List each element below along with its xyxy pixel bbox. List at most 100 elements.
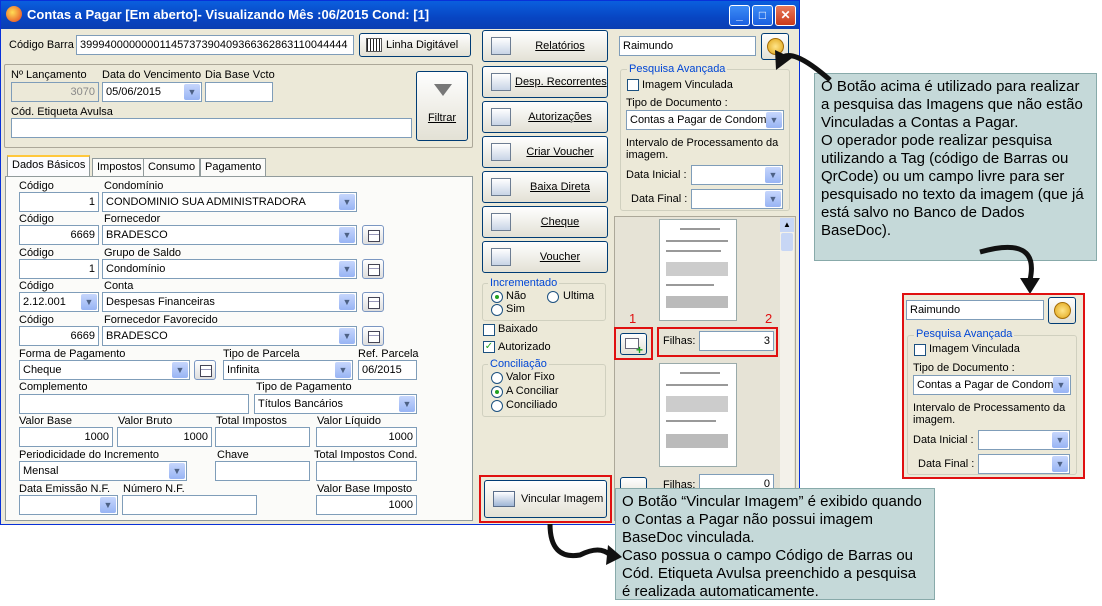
tipo-parcela-select[interactable]: Infinita ▼ — [223, 360, 353, 380]
conta-select[interactable]: Despesas Financeiras ▼ — [102, 292, 357, 312]
a-conciliar-radio[interactable] — [491, 386, 503, 398]
fornecedor-code-input[interactable]: 6669 — [19, 225, 99, 245]
zoom-data-final-select: ▼ — [978, 454, 1070, 474]
favorecido-code-input[interactable]: 6669 — [19, 326, 99, 346]
chevron-down-icon: ▼ — [100, 497, 116, 513]
arrow-to-note — [547, 523, 612, 559]
codigo-label: Código — [19, 247, 54, 259]
autorizado-checkbox[interactable]: ✓ — [483, 341, 495, 353]
favorecido-select[interactable]: BRADESCO ▼ — [102, 326, 357, 346]
valor-bruto-label: Valor Bruto — [118, 415, 173, 427]
forma-pagamento-value: Cheque — [23, 364, 62, 376]
total-impostos-cond-input[interactable] — [316, 461, 417, 481]
tipo-pagamento-label: Tipo de Pagamento — [256, 381, 352, 393]
fornecedor-label: Fornecedor — [104, 213, 161, 225]
condominio-label: Condomínio — [104, 180, 164, 192]
favorecido-label: Fornecedor Favorecido — [104, 314, 218, 326]
ref-parcela-input[interactable]: 06/2015 — [358, 360, 417, 380]
valor-liquido-input[interactable]: 1000 — [316, 427, 417, 447]
data-emissao-select[interactable]: ▼ — [19, 495, 118, 515]
tab-pagamento[interactable]: Pagamento — [200, 158, 267, 176]
numero-nf-input[interactable] — [122, 495, 257, 515]
arrow-to-zoom — [979, 244, 1034, 281]
zoom-data-inicial-select: ▼ — [978, 430, 1070, 450]
codigo-barra-label: Código Barra — [9, 39, 74, 51]
data-vencimento-label: Data do Vencimento — [102, 69, 202, 81]
baixado-label: Baixado — [498, 323, 538, 335]
conta-code-value: 2.12.001 — [23, 296, 66, 308]
complemento-input[interactable] — [19, 394, 249, 414]
zoom-data-inicial-label: Data Inicial : — [913, 434, 974, 446]
conta-value: Despesas Financeiras — [106, 296, 215, 308]
periodicidade-select[interactable]: Mensal ▼ — [19, 461, 187, 481]
chevron-down-icon: ▼ — [339, 194, 355, 210]
tipo-parcela-label: Tipo de Parcela — [223, 348, 300, 360]
zoom-imagem-vinculada-checkbox — [914, 344, 926, 356]
zoom-imagem-vinculada-label: Imagem Vinculada — [929, 343, 1020, 355]
forma-pagamento-select[interactable]: Cheque ▼ — [19, 360, 190, 380]
maximize-button[interactable]: □ — [752, 5, 773, 26]
fornecedor-select[interactable]: BRADESCO ▼ — [102, 225, 357, 245]
chevron-down-icon: ▼ — [1053, 377, 1069, 393]
filtrar-button[interactable]: Filtrar — [416, 71, 468, 141]
cod-etiqueta-input[interactable] — [11, 118, 412, 138]
conciliado-radio[interactable] — [491, 400, 503, 412]
zoom-tipo-documento-value: Contas a Pagar de Condomí — [917, 379, 1057, 391]
chevron-down-icon: ▼ — [81, 294, 97, 310]
data-vencimento-select[interactable]: 05/06/2015 ▼ — [102, 82, 202, 102]
periodicidade-label: Periodicidade do Incremento — [19, 449, 160, 461]
zoom-pesquisa-avancada-title: Pesquisa Avançada — [914, 328, 1015, 340]
valor-base-imposto-input[interactable]: 1000 — [316, 495, 417, 515]
data-vencimento-value: 05/06/2015 — [106, 86, 162, 98]
tab-dados-basicos[interactable]: Dados Básicos — [7, 155, 91, 177]
sim-radio[interactable] — [491, 304, 503, 316]
tab-impostos[interactable]: Impostos — [92, 158, 147, 176]
arrowhead-2 — [1020, 278, 1040, 294]
nao-label: Não — [506, 290, 527, 302]
window-title: Contas a Pagar [Em aberto]- Visualizando… — [27, 7, 430, 22]
minimize-button[interactable]: _ — [729, 5, 750, 26]
codigo-label: Código — [19, 213, 54, 225]
chevron-down-icon: ▼ — [335, 362, 351, 378]
grupo-code-input[interactable]: 1 — [19, 259, 99, 279]
condominio-code-input[interactable]: 1 — [19, 192, 99, 212]
ref-parcela-label: Ref. Parcela — [358, 348, 419, 360]
linha-digitavel-button[interactable]: Linha Digitável — [359, 33, 471, 57]
valor-bruto-input[interactable]: 1000 — [117, 427, 212, 447]
chevron-down-icon: ▼ — [184, 84, 200, 100]
document-icon — [491, 178, 511, 196]
total-impostos-cond-label: Total Impostos Cond. — [314, 449, 418, 461]
tipo-pagamento-select[interactable]: Títulos Bancários ▼ — [254, 394, 417, 414]
grupo-saldo-select[interactable]: Condomínio ▼ — [102, 259, 357, 279]
nro-lancamento-field: 3070 — [11, 82, 99, 102]
valor-base-imposto-label: Valor Base Imposto — [317, 483, 413, 495]
total-impostos-input[interactable] — [215, 427, 310, 447]
arrowhead-3 — [606, 545, 622, 565]
zoom-tipo-documento-label: Tipo de Documento : — [913, 362, 1015, 374]
numero-nf-label: Número N.F. — [123, 483, 185, 495]
chevron-down-icon: ▼ — [339, 261, 355, 277]
nao-radio[interactable] — [491, 291, 503, 303]
forma-pagamento-details-button[interactable] — [194, 360, 216, 380]
fornecedor-details-button[interactable] — [362, 225, 384, 245]
codigo-barra-input[interactable]: 3999400000000114573739040936636286311004… — [76, 35, 354, 55]
chevron-down-icon: ▼ — [172, 362, 188, 378]
valor-fixo-radio[interactable] — [491, 372, 503, 384]
chave-input[interactable] — [215, 461, 310, 481]
grupo-details-button[interactable] — [362, 259, 384, 279]
dia-base-input[interactable] — [205, 82, 273, 102]
chave-label: Chave — [217, 449, 249, 461]
baixado-checkbox[interactable] — [483, 324, 495, 336]
chevron-down-icon: ▼ — [169, 463, 185, 479]
conta-details-button[interactable] — [362, 292, 384, 312]
favorecido-details-button[interactable] — [362, 326, 384, 346]
report-icon — [491, 37, 511, 55]
zoom-tipo-documento-select: Contas a Pagar de Condomí ▼ — [913, 375, 1071, 395]
conta-code-select[interactable]: 2.12.001 ▼ — [19, 292, 99, 312]
cod-etiqueta-label: Cód. Etiqueta Avulsa — [11, 106, 113, 118]
tab-consumo[interactable]: Consumo — [143, 158, 201, 176]
close-button[interactable]: ✕ — [775, 5, 796, 26]
zoom-search-button — [1048, 297, 1076, 324]
condominio-select[interactable]: CONDOMINIO SUA ADMINISTRADORA ▼ — [102, 192, 357, 212]
valor-base-input[interactable]: 1000 — [19, 427, 113, 447]
